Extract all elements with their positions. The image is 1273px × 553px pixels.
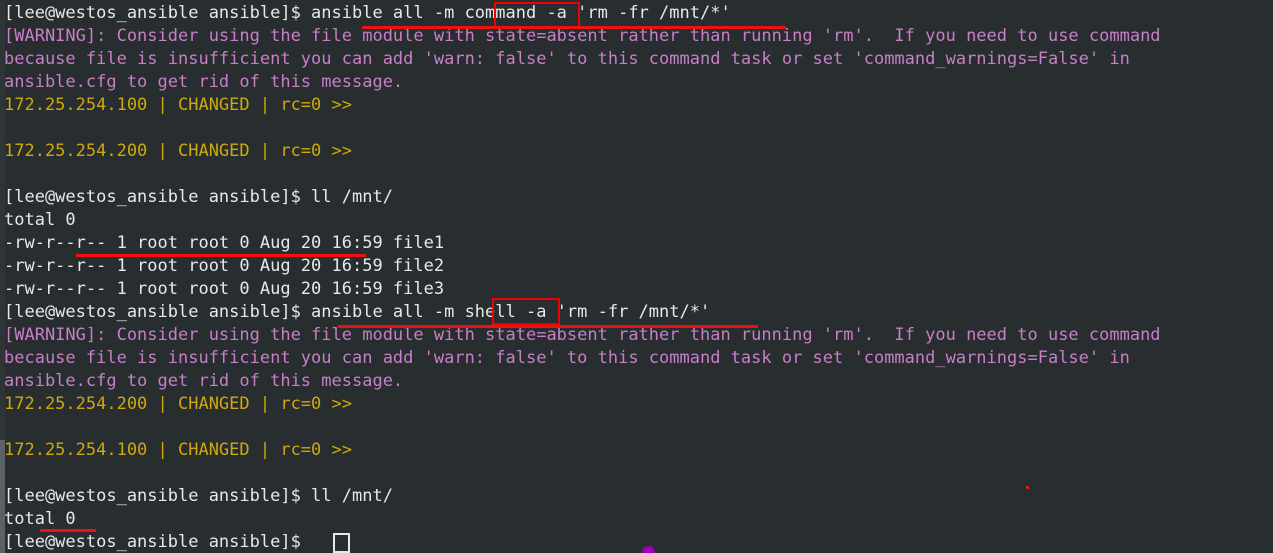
terminal-line: total 0: [4, 210, 76, 230]
terminal-line: ansible.cfg to get rid of this message.: [4, 72, 404, 92]
terminal-line: 172.25.254.100 | CHANGED | rc=0 >>: [4, 440, 352, 460]
terminal-line: 172.25.254.200 | CHANGED | rc=0 >>: [4, 394, 352, 414]
red-dot-mark: [1026, 486, 1029, 489]
terminal-line: -rw-r--r-- 1 root root 0 Aug 20 16:59 fi…: [4, 256, 445, 276]
terminal-line: [WARNING]: Consider using the file modul…: [4, 26, 1161, 46]
terminal-line: because file is insufficient you can add…: [4, 49, 1130, 69]
terminal-line: [lee@westos_ansible ansible]$ ll /mnt/: [4, 187, 393, 207]
terminal-line: [lee@westos_ansible ansible]$ ansible al…: [4, 3, 731, 23]
terminal-line: because file is insufficient you can add…: [4, 348, 1130, 368]
terminal-cursor: [333, 533, 350, 553]
terminal-line: -rw-r--r-- 1 root root 0 Aug 20 16:59 fi…: [4, 233, 445, 253]
terminal-line: total 0: [4, 509, 76, 529]
terminal-line: ansible.cfg to get rid of this message.: [4, 371, 404, 391]
terminal-line: [WARNING]: Consider using the file modul…: [4, 325, 1161, 345]
terminal-line: [lee@westos_ansible ansible]$: [4, 532, 301, 552]
terminal-line: [lee@westos_ansible ansible]$ ll /mnt/: [4, 486, 393, 506]
terminal-line: [lee@westos_ansible ansible]$ ansible al…: [4, 302, 711, 322]
terminal-line: 172.25.254.100 | CHANGED | rc=0 >>: [4, 95, 352, 115]
terminal-line: 172.25.254.200 | CHANGED | rc=0 >>: [4, 141, 352, 161]
terminal-window[interactable]: [lee@westos_ansible ansible]$ ansible al…: [0, 0, 1273, 553]
purple-pointer-mark: [642, 546, 655, 553]
terminal-line: -rw-r--r-- 1 root root 0 Aug 20 16:59 fi…: [4, 279, 445, 299]
